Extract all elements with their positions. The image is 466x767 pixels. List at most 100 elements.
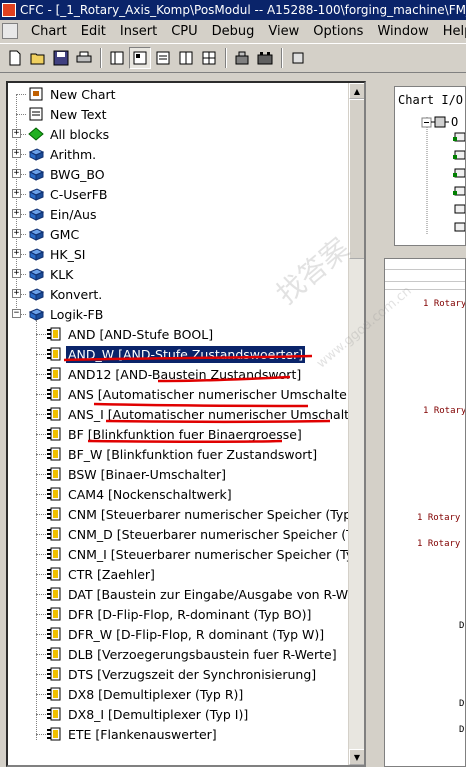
- tree-guide-line: [36, 654, 46, 655]
- block-item-bsw[interactable]: BSW [Binaer-Umschalter]: [46, 464, 228, 484]
- block-item-and12[interactable]: AND12 [AND-Baustein Zustandswort]: [46, 364, 303, 384]
- block-item-dlb[interactable]: DLB [Verzoegerungsbaustein fuer R-Werte]: [46, 644, 339, 664]
- tree-item-label: GMC: [50, 226, 80, 242]
- divider: [385, 281, 465, 282]
- block-item-bf[interactable]: BF [Blinkfunktion fuer Binaergroesse]: [46, 424, 304, 444]
- block-item-label: ANS_I [Automatischer numerischer Umschal…: [68, 406, 366, 422]
- block-item-dts[interactable]: DTS [Verzugszeit der Synchronisierung]: [46, 664, 318, 684]
- menu-insert[interactable]: Insert: [113, 24, 164, 39]
- block-item-label: ANS [Automatischer numerischer Umschalte…: [68, 386, 366, 402]
- chart-io-tree: [421, 116, 465, 235]
- expand-icon[interactable]: +: [12, 189, 21, 198]
- tree-item-klk[interactable]: KLK: [28, 264, 75, 284]
- expand-icon[interactable]: +: [12, 129, 21, 138]
- block-item-and-w[interactable]: AND_W [AND-Stufe Zustandswoerter]: [46, 344, 306, 364]
- io-entry-icons: [453, 132, 465, 232]
- expand-icon[interactable]: +: [12, 289, 21, 298]
- print-icon[interactable]: [73, 47, 95, 69]
- block-item-ans[interactable]: ANS [Automatischer numerischer Umschalte…: [46, 384, 366, 404]
- detail-cell[interactable]: DE: [459, 699, 465, 709]
- expand-icon[interactable]: +: [12, 249, 21, 258]
- split-view-icon[interactable]: [175, 47, 197, 69]
- new-icon[interactable]: [4, 47, 26, 69]
- menu-help[interactable]: Help: [436, 24, 466, 39]
- function-block-icon: [47, 327, 61, 341]
- block-item-dat[interactable]: DAT [Baustein zur Eingabe/Ausgabe von R-…: [46, 584, 366, 604]
- tree-item-gmc[interactable]: GMC: [28, 224, 81, 244]
- list-view-icon[interactable]: [152, 47, 174, 69]
- open-icon[interactable]: [27, 47, 49, 69]
- expand-icon[interactable]: +: [12, 169, 21, 178]
- catalog-icon[interactable]: [106, 47, 128, 69]
- tree-item-ein-aus[interactable]: Ein/Aus: [28, 204, 99, 224]
- menu-chart[interactable]: Chart: [24, 24, 74, 39]
- block-item-bf-w[interactable]: BF_W [Blinkfunktion fuer Zustandswort]: [46, 444, 319, 464]
- test-icon[interactable]: [287, 47, 309, 69]
- tree-item-logik-fb[interactable]: Logik-FB: [28, 304, 105, 324]
- scrollbar-thumb[interactable]: [349, 99, 364, 259]
- title-bar[interactable]: CFC - [_1_Rotary_Axis_Komp\PosModul -- A…: [0, 0, 466, 20]
- tree-item-c-userfb[interactable]: C-UserFB: [28, 184, 110, 204]
- expand-icon[interactable]: +: [12, 149, 21, 158]
- block-item-dfr[interactable]: DFR [D-Flip-Flop, R-dominant (Typ BO)]: [46, 604, 313, 624]
- tree-guide-line: [36, 454, 46, 455]
- block-item-cnm[interactable]: CNM [Steuerbarer numerischer Speicher (T…: [46, 504, 364, 524]
- detail-cell[interactable]: 1 Rotary: [423, 299, 465, 309]
- download-icon[interactable]: [254, 47, 276, 69]
- block-item-label: DAT [Baustein zur Eingabe/Ausgabe von R-…: [68, 586, 366, 602]
- expand-icon[interactable]: +: [12, 209, 21, 218]
- detail-cell[interactable]: 1 Rotary A: [417, 513, 465, 523]
- detail-cell[interactable]: DE: [459, 725, 465, 735]
- tree-item-new-chart[interactable]: New Chart: [28, 84, 118, 104]
- block-item-and[interactable]: AND [AND-Stufe BOOL]: [46, 324, 215, 344]
- scroll-up-icon[interactable]: ▲: [349, 83, 364, 99]
- divider: [385, 269, 465, 270]
- menu-view[interactable]: View: [261, 24, 306, 39]
- block-item-dx8-i[interactable]: DX8_I [Demultiplexer (Typ I)]: [46, 704, 250, 724]
- function-block-icon: [47, 667, 61, 681]
- tree-vertical-scrollbar[interactable]: ▲ ▼: [348, 83, 364, 765]
- menu-cpu[interactable]: CPU: [164, 24, 204, 39]
- menu-window[interactable]: Window: [370, 24, 435, 39]
- block-item-label: AND [AND-Stufe BOOL]: [68, 326, 214, 342]
- block-item-label: BSW [Binaer-Umschalter]: [68, 466, 227, 482]
- detail-cell[interactable]: 1 Rotary: [423, 406, 465, 416]
- grid-icon[interactable]: [198, 47, 220, 69]
- tree-item-new-text[interactable]: New Text: [28, 104, 109, 124]
- chart-view-icon[interactable]: [129, 47, 151, 69]
- tree-item-bwg-bo[interactable]: BWG_BO: [28, 164, 107, 184]
- scroll-down-icon[interactable]: ▼: [349, 749, 364, 765]
- collapse-icon[interactable]: −: [12, 309, 21, 318]
- block-item-ete[interactable]: ETE [Flankenauswerter]: [46, 724, 219, 744]
- expand-icon[interactable]: +: [12, 229, 21, 238]
- block-item-cnm-d[interactable]: CNM_D [Steuerbarer numerischer Speicher …: [46, 524, 364, 544]
- green-diamond-icon: [28, 127, 44, 141]
- tree-guide-line: [36, 674, 46, 675]
- block-item-cam4[interactable]: CAM4 [Nockenschaltwerk]: [46, 484, 234, 504]
- save-icon[interactable]: [50, 47, 72, 69]
- tree-item-all-blocks[interactable]: All blocks: [28, 124, 111, 144]
- document-menu-icon[interactable]: [2, 23, 18, 39]
- function-block-icon: [47, 467, 61, 481]
- block-item-ans-i[interactable]: ANS_I [Automatischer numerischer Umschal…: [46, 404, 366, 424]
- block-item-dx8[interactable]: DX8 [Demultiplexer (Typ R)]: [46, 684, 245, 704]
- compile-icon[interactable]: [231, 47, 253, 69]
- menu-debug[interactable]: Debug: [205, 24, 262, 39]
- detail-cell[interactable]: Du: [459, 621, 465, 631]
- block-item-dfr-w[interactable]: DFR_W [D-Flip-Flop, R dominant (Typ W)]: [46, 624, 326, 644]
- block-item-ctr[interactable]: CTR [Zaehler]: [46, 564, 157, 584]
- block-item-label: CTR [Zaehler]: [68, 566, 155, 582]
- menu-options[interactable]: Options: [306, 24, 370, 39]
- expand-icon[interactable]: +: [12, 269, 21, 278]
- function-block-icon: [47, 347, 61, 361]
- block-item-cnm-i[interactable]: CNM_I [Steuerbarer numerischer Speicher …: [46, 544, 364, 564]
- tree-item-label: Arithm.: [50, 146, 97, 162]
- menu-edit[interactable]: Edit: [74, 24, 113, 39]
- detail-cell[interactable]: 1 Rotary A: [417, 539, 465, 549]
- block-item-label: DFR [D-Flip-Flop, R-dominant (Typ BO)]: [68, 606, 312, 622]
- tree-guide-line: [36, 534, 46, 535]
- tree-guide-line: [36, 334, 46, 335]
- tree-item-hk-si[interactable]: HK_SI: [28, 244, 87, 264]
- tree-item-konvert[interactable]: Konvert.: [28, 284, 104, 304]
- tree-item-arithm[interactable]: Arithm.: [28, 144, 98, 164]
